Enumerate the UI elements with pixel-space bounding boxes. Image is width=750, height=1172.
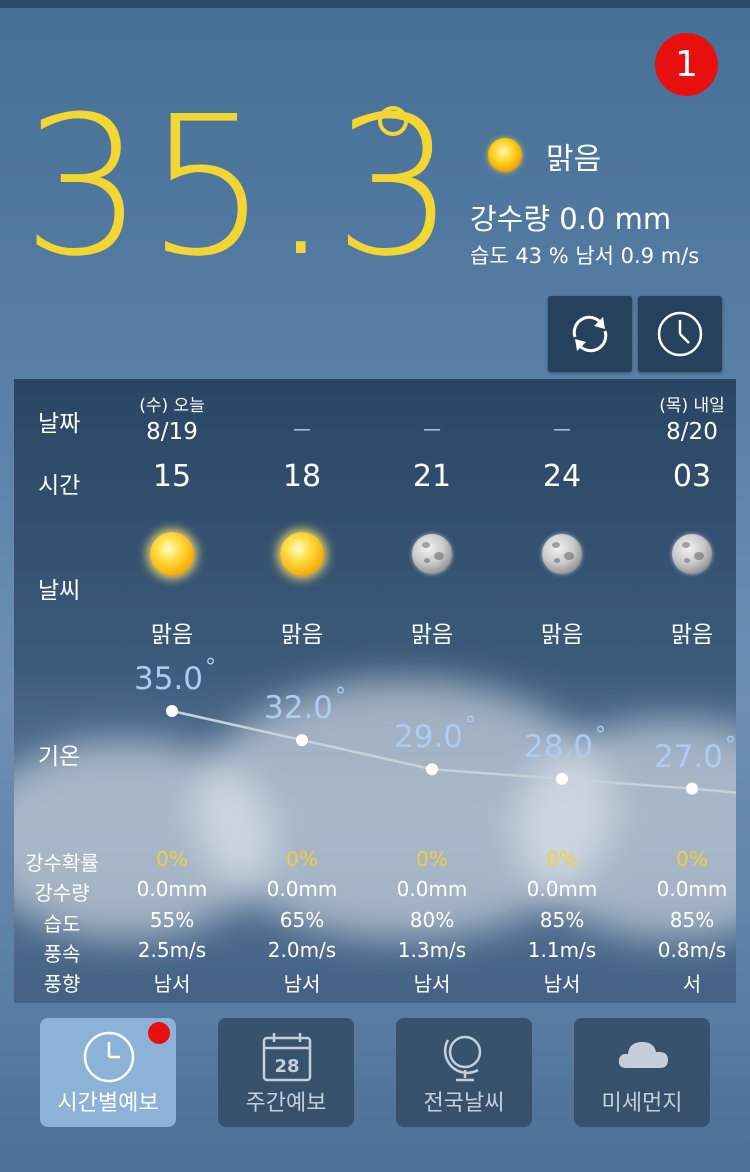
nav-national-weather[interactable]: 전국날씨 [396, 1018, 532, 1127]
temperature-point [686, 782, 698, 795]
current-humidity-wind: 습도 43 % 남서 0.9 m/s [470, 244, 700, 268]
temperature-point [556, 772, 568, 785]
current-precipitation: 강수량 0.0 mm [470, 202, 672, 236]
new-indicator-dot [148, 1022, 170, 1044]
clock-icon [657, 311, 703, 357]
temperature-line-chart [166, 705, 736, 795]
nav-label: 전국날씨 [423, 1091, 505, 1116]
current-condition: 맑음 [546, 142, 602, 177]
refresh-button[interactable] [548, 296, 632, 372]
degree-symbol [378, 106, 408, 136]
nav-fine-dust[interactable]: 미세먼지 [574, 1018, 710, 1127]
temperature-label: 29.0° [394, 713, 477, 756]
nav-label: 시간별예보 [57, 1091, 159, 1116]
temperature-label: 32.0° [264, 684, 347, 727]
temperature-point [426, 763, 438, 776]
stat-label-pop: 강수확률 [25, 851, 99, 875]
clock-icon [83, 1031, 135, 1083]
temperature-label: 35.0° [134, 655, 217, 697]
stat-label-rain: 강수량 [34, 881, 90, 905]
svg-text:28: 28 [274, 1056, 299, 1077]
temperature-label: 28.0° [524, 722, 607, 765]
temperature-point [296, 734, 308, 747]
top-bar [0, 0, 750, 8]
nav-label: 미세먼지 [601, 1091, 683, 1116]
sun-icon [488, 138, 522, 172]
temperature-point [166, 705, 178, 717]
hourly-forecast-panel: 날짜 시간 날씨 기온 (수) 오늘 8/19 15 맑음 0% 0.0mm 55% 2.5m… [14, 379, 736, 1003]
stat-label-wind-dir: 풍향 [43, 972, 81, 996]
clock-button[interactable] [638, 296, 722, 372]
calendar-icon: 28 [262, 1033, 312, 1082]
temperature-label: 27.0° [654, 732, 736, 775]
stat-label-humidity: 습도 [43, 912, 81, 936]
notification-badge[interactable]: 1 [655, 33, 718, 96]
stat-label-wind-speed: 풍속 [43, 942, 81, 966]
nav-weekly-forecast[interactable]: 28 주간예보 [218, 1018, 354, 1127]
refresh-icon [572, 315, 608, 353]
nav-label: 주간예보 [245, 1091, 327, 1116]
cloud-icon [618, 1042, 668, 1068]
globe-icon [443, 1035, 482, 1082]
